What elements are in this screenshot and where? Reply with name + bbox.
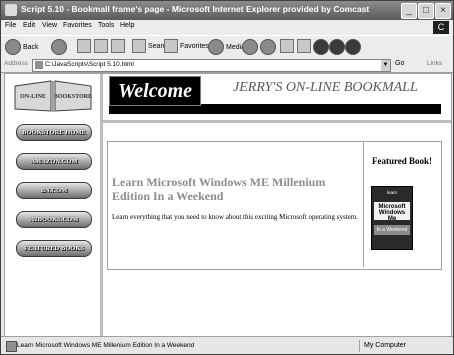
logo-right-text: BOOKSTORE (54, 94, 92, 100)
back-arrow-icon (5, 39, 21, 55)
home-icon (111, 39, 125, 53)
minimize-button[interactable]: _ (401, 3, 417, 19)
title-bar[interactable]: Script 5.10 - Bookmall frame's page - Mi… (1, 1, 453, 20)
toolbar: Back Search Favorites Media (1, 35, 453, 59)
help-icon (345, 39, 361, 55)
refresh-button[interactable] (94, 39, 108, 55)
back-button[interactable]: Back (5, 39, 39, 55)
media-button[interactable]: Media (208, 39, 245, 55)
print-button[interactable] (280, 39, 294, 55)
nav-a1books-button[interactable]: A1BOOKS.COM (16, 211, 92, 228)
close-button[interactable]: × (435, 3, 451, 19)
forward-arrow-icon (51, 39, 67, 55)
home-button[interactable] (111, 39, 125, 55)
menu-help[interactable]: Help (120, 22, 134, 29)
forward-button[interactable] (51, 39, 67, 55)
media-icon (208, 39, 224, 55)
bookstore-logo: ON-LINE BOOKSTORE (14, 80, 92, 112)
messenger-button[interactable] (329, 39, 345, 55)
refresh-icon (94, 39, 108, 53)
book-info-cell: Learn Microsoft Windows ME Millenium Edi… (108, 142, 364, 267)
maximize-button[interactable]: □ (418, 3, 434, 19)
welcome-banner: Welcome (109, 76, 201, 106)
security-zone: My Computer (359, 340, 450, 352)
address-bar: Address C:\JavaScripts\Script 5.10.html … (1, 58, 453, 73)
status-text: Learn Microsoft Windows ME Millenium Edi… (17, 342, 195, 349)
site-title: JERRY'S ON-LINE BOOKMALL (233, 80, 418, 95)
address-label: Address (4, 60, 28, 67)
cover-line-learn: learn (386, 190, 397, 195)
star-icon (164, 39, 178, 53)
book-cover-image[interactable]: learn Microsoft Windows Me In a Weekend (371, 186, 413, 250)
left-nav-frame: ON-LINE BOOKSTORE BOOKSTORE HOME AMAZON.… (5, 74, 103, 337)
mail-icon (260, 39, 276, 55)
messenger-icon (329, 39, 345, 55)
featured-heading: Featured Book! (371, 156, 433, 166)
cover-title-block: Microsoft Windows Me (374, 202, 410, 222)
help-button[interactable] (345, 39, 361, 55)
comcast-logo: C (433, 21, 449, 34)
menu-tools[interactable]: Tools (98, 22, 114, 29)
ie-app-icon (5, 4, 17, 16)
mail-button[interactable] (260, 39, 276, 55)
book-title: Learn Microsoft Windows ME Millenium Edi… (112, 175, 326, 203)
edit-icon (297, 39, 311, 53)
window-title: Script 5.10 - Bookmall frame's page - Mi… (21, 4, 370, 14)
search-icon (132, 39, 146, 53)
discuss-icon (313, 39, 329, 55)
book-description: Learn everything that you need to know a… (112, 213, 358, 221)
page-status-icon (6, 341, 17, 352)
cover-line-windows: Windows Me (378, 210, 406, 222)
featured-book-table: Learn Microsoft Windows ME Millenium Edi… (107, 141, 442, 270)
print-icon (280, 39, 294, 53)
cover-line-weekend: In a Weekend (374, 225, 410, 235)
links-button[interactable]: Links (427, 60, 442, 67)
featured-cell: Featured Book! learn Microsoft Windows M… (364, 142, 440, 267)
menu-view[interactable]: View (42, 22, 57, 29)
menu-bar: File Edit View Favorites Tools Help (1, 20, 453, 35)
nav-featured-books-button[interactable]: FEATURED BOOKS (16, 240, 92, 257)
nav-bookstore-home-button[interactable]: BOOKSTORE HOME (16, 124, 92, 141)
logo-left-text: ON-LINE (20, 94, 46, 100)
status-bar: Learn Microsoft Windows ME Millenium Edi… (1, 336, 453, 354)
address-dropdown-icon[interactable]: ▼ (381, 60, 390, 71)
nav-amazon-button[interactable]: AMAZON.COM (16, 153, 92, 170)
address-url: C:\JavaScripts\Script 5.10.html (45, 61, 134, 68)
history-icon (242, 39, 258, 55)
page-content: ON-LINE BOOKSTORE BOOKSTORE HOME AMAZON.… (4, 73, 452, 338)
edit-button[interactable] (297, 39, 311, 55)
menu-file[interactable]: File (5, 22, 16, 29)
stop-button[interactable] (77, 39, 91, 55)
menu-favorites[interactable]: Favorites (63, 22, 92, 29)
browser-window: Script 5.10 - Bookmall frame's page - Mi… (0, 0, 454, 355)
nav-bn-button[interactable]: BN.COM (16, 182, 92, 199)
main-content-frame: Learn Microsoft Windows ME Millenium Edi… (103, 120, 451, 337)
address-input[interactable]: C:\JavaScripts\Script 5.10.html ▼ (32, 59, 391, 72)
page-icon (35, 61, 43, 69)
menu-edit[interactable]: Edit (23, 22, 35, 29)
favorites-button[interactable]: Favorites (164, 39, 209, 55)
top-banner-frame: Welcome JERRY'S ON-LINE BOOKMALL (103, 74, 451, 118)
go-button[interactable]: Go (395, 60, 404, 67)
discuss-button[interactable] (313, 39, 329, 55)
history-button[interactable] (242, 39, 258, 55)
stop-icon (77, 39, 91, 53)
